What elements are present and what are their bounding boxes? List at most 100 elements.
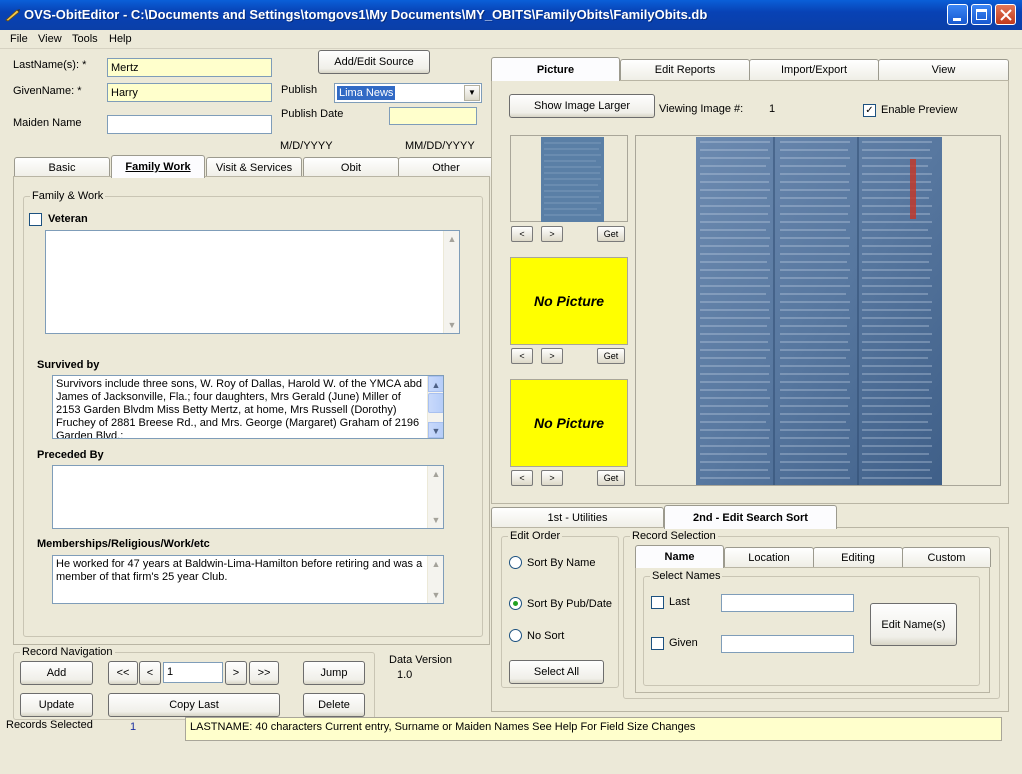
thumb-2-next-button[interactable]: >: [541, 348, 563, 364]
menu-bar: File View Tools Help: [0, 30, 1022, 49]
viewing-image-label: Viewing Image #:: [659, 103, 744, 115]
thumb-2-get-button[interactable]: Get: [597, 348, 625, 364]
preceded-by-text[interactable]: ▲ ▼: [52, 465, 444, 529]
thumb-3-next-button[interactable]: >: [541, 470, 563, 486]
preceded-by-label: Preceded By: [37, 449, 104, 461]
enable-preview-checkbox[interactable]: ✓: [863, 104, 876, 117]
thumbnail-2[interactable]: No Picture: [510, 257, 628, 345]
last-name-search-field[interactable]: [721, 594, 854, 612]
status-message: LASTNAME: 40 characters Current entry, S…: [185, 717, 1002, 741]
last-name-checkbox[interactable]: [651, 596, 664, 609]
tab-visit-services[interactable]: Visit & Services: [206, 157, 302, 177]
memberships-text[interactable]: He worked for 47 years at Baldwin-Lima-H…: [52, 555, 444, 604]
add-edit-source-button[interactable]: Add/Edit Source: [318, 50, 430, 74]
date-format-short: M/D/YYYY: [280, 140, 333, 152]
tab-editing[interactable]: Editing: [813, 547, 903, 567]
menu-help[interactable]: Help: [109, 33, 132, 45]
maximize-button[interactable]: [971, 4, 992, 25]
select-names-title: Select Names: [650, 570, 723, 582]
show-image-larger-button[interactable]: Show Image Larger: [509, 94, 655, 118]
thumb-1-prev-button[interactable]: <: [511, 226, 533, 242]
maiden-name-field[interactable]: [107, 115, 272, 134]
update-button[interactable]: Update: [20, 693, 93, 717]
publish-date-field[interactable]: [389, 107, 477, 125]
thumbnail-3[interactable]: No Picture: [510, 379, 628, 467]
scroll-up-icon[interactable]: ▲: [444, 231, 459, 247]
preceded-by-scrollbar[interactable]: ▲ ▼: [427, 466, 443, 528]
minimize-button[interactable]: [947, 4, 968, 25]
scroll-up-icon[interactable]: ▲: [428, 466, 443, 482]
lastname-field[interactable]: Mertz: [107, 58, 272, 77]
survived-by-text[interactable]: Survivors include three sons, W. Roy of …: [52, 375, 444, 439]
sort-by-name-radio[interactable]: [509, 556, 522, 569]
last-record-button[interactable]: >>: [249, 661, 279, 685]
record-selection-title: Record Selection: [630, 530, 718, 542]
tab-name[interactable]: Name: [635, 545, 724, 568]
tab-view[interactable]: View: [878, 59, 1009, 80]
image-preview-frame: [635, 135, 1001, 486]
edit-order-title: Edit Order: [508, 530, 563, 542]
sort-by-pubdate-label: Sort By Pub/Date: [527, 598, 612, 610]
thumb-3-prev-button[interactable]: <: [511, 470, 533, 486]
data-version-value: 1.0: [397, 669, 413, 681]
app-icon: [5, 9, 20, 22]
delete-button[interactable]: Delete: [303, 693, 365, 717]
menu-file[interactable]: File: [10, 33, 28, 45]
tab-edit-reports[interactable]: Edit Reports: [620, 59, 750, 80]
select-all-button[interactable]: Select All: [509, 660, 604, 684]
scroll-up-icon[interactable]: ▲: [428, 556, 443, 572]
publish-select[interactable]: Lima News ▼: [334, 83, 482, 103]
given-name-search-field[interactable]: [721, 635, 854, 653]
copy-last-button[interactable]: Copy Last: [108, 693, 280, 717]
record-number-field[interactable]: 1: [163, 662, 223, 683]
veteran-checkbox[interactable]: [29, 213, 42, 226]
tab-obit[interactable]: Obit: [303, 157, 399, 177]
tab-basic[interactable]: Basic: [14, 157, 110, 177]
tab-custom[interactable]: Custom: [902, 547, 991, 567]
givenname-field[interactable]: Harry: [107, 83, 272, 102]
thumbnail-1[interactable]: [510, 135, 628, 222]
sort-by-pubdate-radio[interactable]: [509, 597, 522, 610]
tab-other[interactable]: Other: [398, 157, 494, 177]
scroll-down-icon[interactable]: ▼: [444, 317, 459, 333]
thumb-3-get-button[interactable]: Get: [597, 470, 625, 486]
scroll-up-icon[interactable]: ▲: [428, 376, 443, 392]
chevron-down-icon[interactable]: ▼: [464, 85, 480, 101]
thumb-2-prev-button[interactable]: <: [511, 348, 533, 364]
tab-utilities[interactable]: 1st - Utilities: [491, 507, 664, 528]
veteran-text[interactable]: ▲ ▼: [45, 230, 460, 334]
tab-picture[interactable]: Picture: [491, 57, 620, 81]
maiden-name-label: Maiden Name: [13, 117, 82, 129]
no-sort-radio[interactable]: [509, 629, 522, 642]
title-bar: OVS-ObitEditor - C:\Documents and Settin…: [0, 0, 1022, 30]
tab-import-export[interactable]: Import/Export: [749, 59, 879, 80]
menu-view[interactable]: View: [38, 33, 62, 45]
tab-family-work[interactable]: Family Work: [111, 155, 205, 178]
tab-edit-search-sort[interactable]: 2nd - Edit Search Sort: [664, 505, 837, 529]
scroll-thumb[interactable]: [428, 393, 443, 413]
close-button[interactable]: [995, 4, 1016, 25]
given-name-label: Given: [669, 637, 698, 649]
memberships-scrollbar[interactable]: ▲ ▼: [427, 556, 443, 603]
menu-tools[interactable]: Tools: [72, 33, 98, 45]
thumb-1-next-button[interactable]: >: [541, 226, 563, 242]
given-name-checkbox[interactable]: [651, 637, 664, 650]
scroll-down-icon[interactable]: ▼: [428, 422, 443, 438]
veteran-scrollbar[interactable]: ▲ ▼: [443, 231, 459, 333]
family-work-group-title: Family & Work: [30, 190, 106, 202]
givenname-label: GivenName: *: [13, 85, 82, 97]
edit-names-button[interactable]: Edit Name(s): [870, 603, 957, 646]
next-record-button[interactable]: >: [225, 661, 247, 685]
add-button[interactable]: Add: [20, 661, 93, 685]
veteran-label: Veteran: [48, 213, 88, 225]
scroll-down-icon[interactable]: ▼: [428, 587, 443, 603]
first-record-button[interactable]: <<: [108, 661, 138, 685]
prev-record-button[interactable]: <: [139, 661, 161, 685]
lastname-label: LastName(s): *: [13, 59, 87, 71]
tab-location[interactable]: Location: [724, 547, 814, 567]
survived-by-scrollbar[interactable]: ▲ ▼: [427, 376, 443, 438]
obituary-preview-image[interactable]: [696, 137, 942, 485]
thumb-1-get-button[interactable]: Get: [597, 226, 625, 242]
scroll-down-icon[interactable]: ▼: [428, 512, 443, 528]
jump-button[interactable]: Jump: [303, 661, 365, 685]
